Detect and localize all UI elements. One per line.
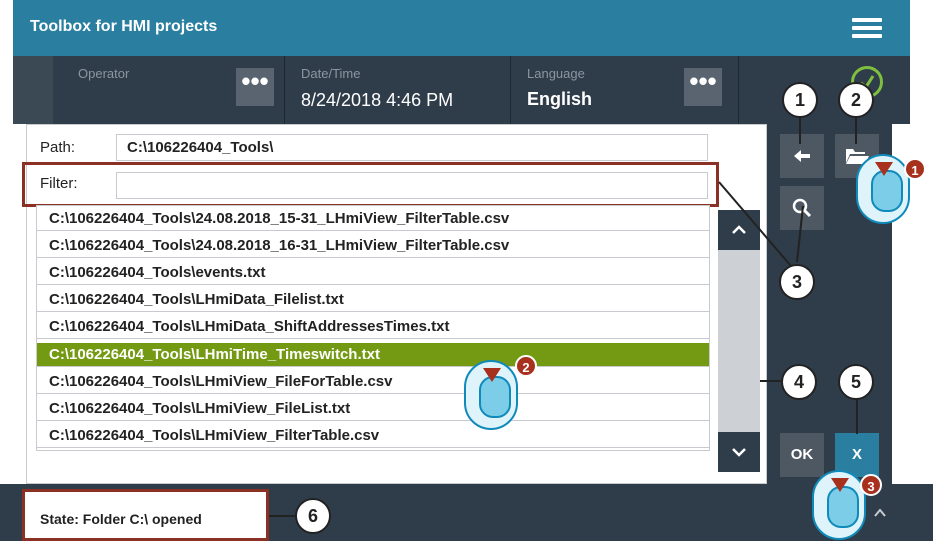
- filter-label: Filter:: [40, 175, 78, 192]
- path-label: Path:: [40, 139, 76, 156]
- file-list[interactable]: C:\106226404_Tools\24.08.2018_15-31_LHmi…: [36, 205, 710, 451]
- callout-line-2: [855, 116, 857, 144]
- mouse-click-icon: [812, 470, 866, 540]
- callout-2: 2: [838, 82, 874, 118]
- mouse-click-icon: [464, 360, 518, 430]
- callout-line-6: [269, 515, 295, 517]
- callout-line-3: [718, 181, 804, 267]
- list-item[interactable]: C:\106226404_Tools\LHmiData_ShiftAddress…: [37, 315, 709, 339]
- strip-handle: [13, 56, 53, 124]
- language-value: English: [527, 89, 593, 109]
- list-item[interactable]: C:\106226404_Tools\events.txt: [37, 261, 709, 285]
- list-item[interactable]: C:\106226404_Tools\24.08.2018_15-31_LHmi…: [37, 207, 709, 231]
- callout-line-4: [760, 380, 781, 382]
- list-item-selected[interactable]: C:\106226404_Tools\LHmiTime_Timeswitch.t…: [37, 343, 709, 367]
- language-label: Language: [527, 66, 585, 81]
- datetime-value: 8/24/2018 4:46 PM: [301, 90, 454, 110]
- callout-5: 5: [838, 364, 874, 400]
- list-item[interactable]: C:\106226404_Tools\24.08.2018_16-31_LHmi…: [37, 234, 709, 258]
- list-item[interactable]: C:\106226404_Tools\LHmiView_FileList.txt: [37, 397, 709, 421]
- mouse-step-badge: 1: [904, 158, 926, 180]
- arrow-left-icon: [794, 150, 810, 162]
- callout-line-1: [799, 116, 801, 144]
- collapse-icon[interactable]: [872, 505, 888, 521]
- chevron-down-icon: [732, 448, 746, 457]
- mouse-step-badge: 2: [515, 355, 537, 377]
- callout-6: 6: [295, 498, 331, 534]
- operator-label: Operator: [78, 66, 130, 81]
- ok-button[interactable]: OK: [780, 433, 824, 477]
- callout-1: 1: [782, 82, 818, 118]
- callout-line-5: [856, 398, 858, 434]
- list-item[interactable]: C:\106226404_Tools\LHmiView_FilterTable.…: [37, 424, 709, 448]
- datetime-label: Date/Time: [301, 66, 361, 81]
- callout-3: 3: [779, 264, 815, 300]
- filter-input[interactable]: [116, 172, 708, 199]
- list-item[interactable]: C:\106226404_Tools\LHmiView_FileForTable…: [37, 370, 709, 394]
- callout-4: 4: [781, 364, 817, 400]
- operator-more-button[interactable]: •••: [236, 68, 274, 106]
- mouse-click-icon: [856, 154, 910, 224]
- menu-icon[interactable]: [848, 12, 886, 44]
- mouse-step-badge: 3: [860, 474, 882, 496]
- app-title: Toolbox for HMI projects: [30, 18, 218, 35]
- back-button[interactable]: [780, 134, 824, 178]
- state-message: State: Folder C:\ opened: [22, 489, 269, 541]
- list-item[interactable]: C:\106226404_Tools\LHmiData_Filelist.txt: [37, 288, 709, 312]
- scroll-down-button[interactable]: [718, 432, 760, 472]
- language-more-button[interactable]: •••: [684, 68, 722, 106]
- path-field[interactable]: C:\106226404_Tools\: [116, 134, 708, 161]
